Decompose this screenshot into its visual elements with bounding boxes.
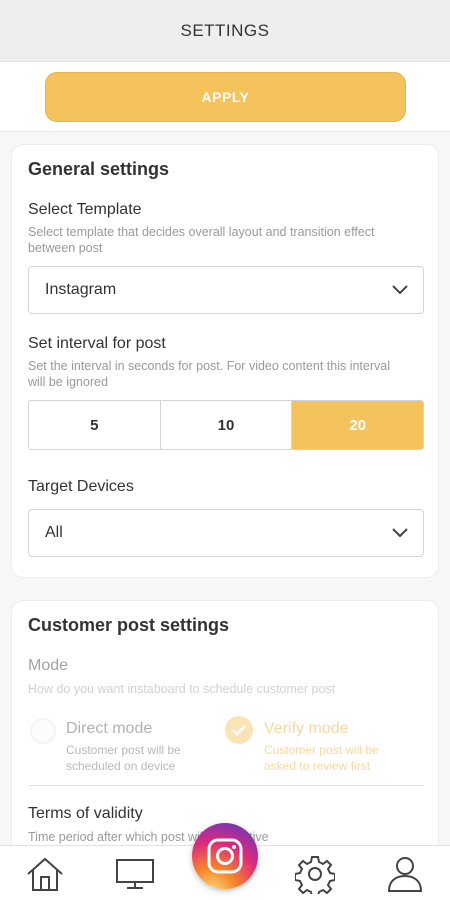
select-template-hint: Select template that decides overall lay…: [28, 225, 375, 255]
interval-segmented-control: 5 10 20: [28, 400, 424, 450]
verify-mode-radio[interactable]: [225, 716, 253, 744]
verify-mode-desc: Customer post will be asked to review fi…: [264, 743, 379, 773]
interval-hint: Set the interval in seconds for post. Fo…: [28, 359, 390, 389]
target-devices-label: Target Devices: [28, 478, 134, 495]
target-devices-value: All: [45, 524, 63, 541]
instagram-icon: [207, 838, 243, 874]
direct-mode-radio[interactable]: [30, 718, 56, 744]
chevron-down-icon: [392, 285, 408, 295]
customer-post-settings-title: Customer post settings: [28, 615, 230, 635]
user-icon: [387, 856, 423, 892]
page-title: SETTINGS: [180, 20, 270, 40]
nav-home[interactable]: [0, 846, 90, 900]
direct-mode-desc: Customer post will be scheduled on devic…: [66, 743, 181, 773]
template-select-value: Instagram: [45, 281, 117, 298]
nav-devices[interactable]: [90, 846, 180, 900]
divider: [28, 785, 424, 786]
instagram-button[interactable]: [192, 823, 258, 889]
app-header: SETTINGS: [0, 0, 450, 62]
target-devices-select[interactable]: All: [28, 509, 424, 557]
check-icon: [232, 725, 246, 736]
interval-option-20[interactable]: 20: [292, 401, 423, 449]
monitor-icon: [116, 858, 154, 889]
gear-icon: [295, 855, 335, 894]
mode-label: Mode: [28, 657, 69, 674]
home-icon: [27, 857, 63, 891]
customer-post-settings-card: Customer post settings Mode How do you w…: [11, 600, 439, 860]
direct-mode-title: Direct mode: [66, 720, 153, 737]
template-select[interactable]: Instagram: [28, 266, 424, 314]
interval-label: Set interval for post: [28, 335, 166, 352]
chevron-down-icon: [392, 528, 408, 538]
apply-bar: APPLY: [0, 62, 450, 132]
nav-profile[interactable]: [360, 846, 450, 900]
general-settings-title: General settings: [28, 159, 170, 179]
mode-hint: How do you want instaboard to schedule c…: [28, 682, 336, 696]
interval-option-10[interactable]: 10: [160, 401, 293, 449]
apply-button[interactable]: APPLY: [45, 72, 406, 122]
select-template-label: Select Template: [28, 201, 142, 218]
general-settings-card: General settings Select Template Select …: [11, 144, 439, 578]
interval-option-5[interactable]: 5: [29, 401, 161, 449]
terms-of-validity-label: Terms of validity: [28, 805, 143, 822]
verify-mode-title: Verify mode: [264, 720, 349, 737]
nav-settings[interactable]: [270, 846, 360, 900]
